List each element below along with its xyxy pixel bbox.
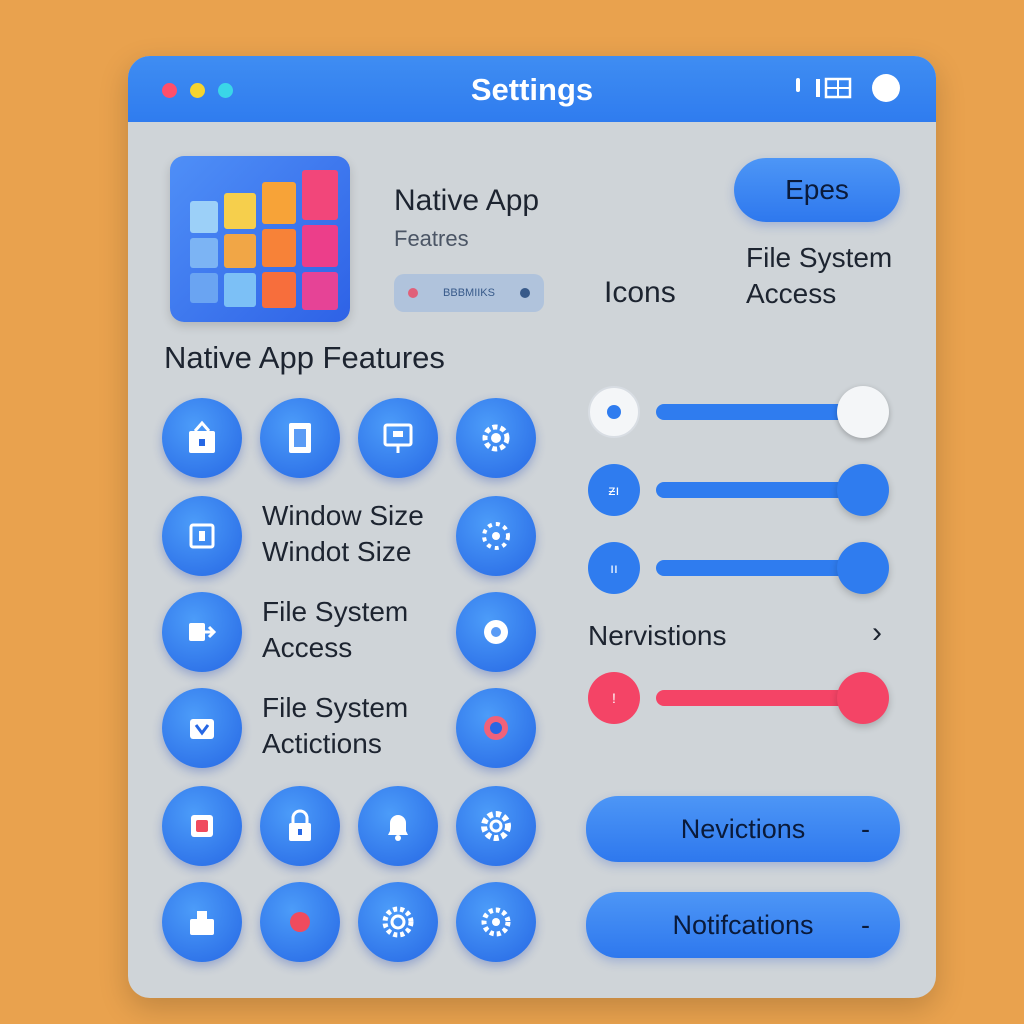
slider-4-track[interactable]: [656, 690, 863, 706]
handle-icon: [796, 78, 800, 92]
slider-row-1: [588, 384, 894, 440]
document-icon[interactable]: [260, 398, 340, 478]
profile-dot[interactable]: [872, 74, 900, 102]
file-actions-label: File System: [262, 692, 409, 723]
drive-icon[interactable]: [162, 882, 242, 962]
flower-icon[interactable]: [456, 592, 536, 672]
cogwheel-icon[interactable]: [456, 882, 536, 962]
slider-4-handle[interactable]: [837, 672, 889, 724]
access-label: Access: [746, 278, 837, 309]
slider-row-2: ƶı: [588, 462, 894, 518]
window-size-label: Window Size: [262, 500, 424, 531]
slider-1-icon: [588, 386, 640, 438]
stop-icon[interactable]: [162, 786, 242, 866]
slider-3-track[interactable]: [656, 560, 863, 576]
file-access-label: File System: [262, 596, 409, 627]
settings-gear-icon[interactable]: [456, 786, 536, 866]
app-name: Native App: [394, 184, 540, 217]
sun-gear-icon[interactable]: [358, 882, 438, 962]
nevictions-dash-icon: -: [861, 813, 870, 844]
record-icon[interactable]: [260, 882, 340, 962]
sidebar-toggle-icon[interactable]: [814, 76, 854, 102]
badge-dot-icon: [408, 288, 418, 298]
epes-button[interactable]: Epes: [734, 158, 900, 222]
slider-row-3: ıı: [588, 540, 894, 596]
bag-icon[interactable]: [162, 398, 242, 478]
title-bar: Settings: [128, 56, 936, 122]
notifications-button[interactable]: Notifcations -: [586, 892, 900, 958]
chevron-right-icon[interactable]: ›: [872, 616, 882, 650]
file-access-sublabel: Access: [262, 632, 353, 663]
nervistions-label: Nervistions: [588, 620, 727, 651]
app-logo-icon: [170, 156, 350, 322]
file-actions-sublabel: Actictions: [262, 728, 382, 759]
badge-label: BBBMIIKS: [443, 287, 495, 299]
slider-4-icon: !: [588, 672, 640, 724]
file-system-label: File System: [746, 242, 893, 273]
bell-icon[interactable]: [358, 786, 438, 866]
board-icon[interactable]: [358, 398, 438, 478]
badge-pill[interactable]: BBBMIIKS: [394, 274, 544, 312]
section-heading: Native App Features: [164, 340, 445, 375]
slider-1-handle[interactable]: [837, 386, 889, 438]
app-subtitle: Featres: [394, 226, 469, 251]
slider-2-handle[interactable]: [837, 464, 889, 516]
icons-label: Icons: [604, 276, 676, 309]
slider-2-icon: ƶı: [588, 464, 640, 516]
slider-2-track[interactable]: [656, 482, 863, 498]
notifications-dash-icon: -: [861, 909, 870, 940]
window-size-sublabel: Windot Size: [262, 536, 412, 567]
nevictions-button[interactable]: Nevictions -: [586, 796, 900, 862]
nevictions-label: Nevictions: [680, 813, 806, 844]
notifications-label: Notifcations: [672, 909, 814, 940]
location-icon[interactable]: [456, 688, 536, 768]
slider-row-4: !: [588, 670, 894, 726]
cog-icon[interactable]: [456, 496, 536, 576]
slider-3-icon: ıı: [588, 542, 640, 594]
settings-window: Settings Native App Featres BBBMIIKS Epe…: [128, 56, 936, 998]
window-icon[interactable]: [162, 496, 242, 576]
folder-icon[interactable]: [162, 688, 242, 768]
slider-1-track[interactable]: [656, 404, 863, 420]
lock-icon[interactable]: [260, 786, 340, 866]
transfer-icon[interactable]: [162, 592, 242, 672]
gear-icon[interactable]: [456, 398, 536, 478]
slider-3-handle[interactable]: [837, 542, 889, 594]
badge-end-icon: [520, 288, 530, 298]
